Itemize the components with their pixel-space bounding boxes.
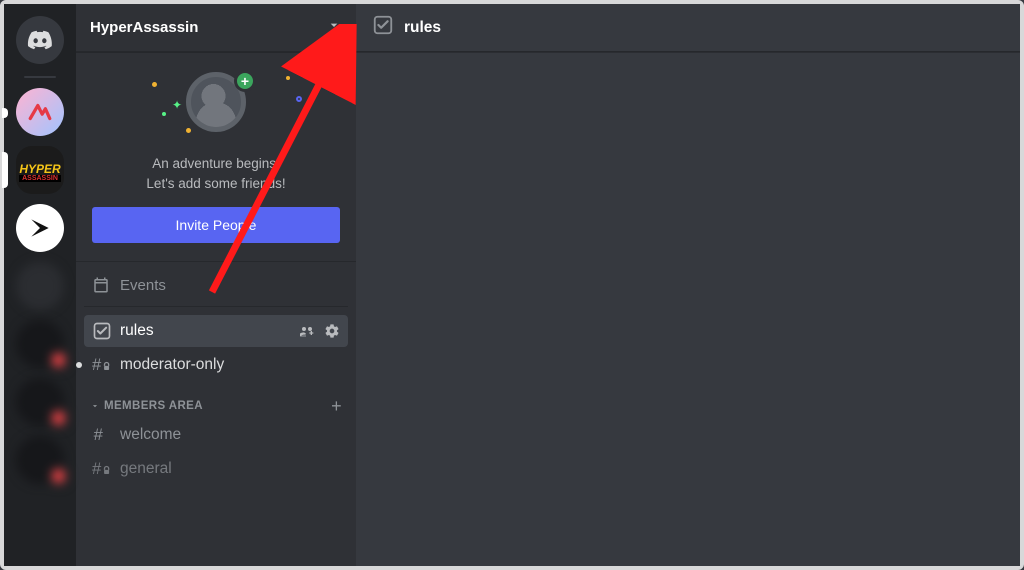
invite-blurb-line2: Let's add some friends! xyxy=(92,174,340,194)
events-label: Events xyxy=(120,277,166,294)
calendar-icon xyxy=(92,276,110,294)
server-item-hyperassassin[interactable]: HYPER ASSASSIN xyxy=(16,146,64,194)
svg-text:#: # xyxy=(94,425,104,444)
mention-badge xyxy=(49,466,68,486)
server-icon xyxy=(27,215,53,241)
events-button[interactable]: Events xyxy=(84,266,348,307)
gear-icon[interactable] xyxy=(324,323,340,339)
rules-channel-icon xyxy=(372,14,394,41)
invite-blurb-line1: An adventure begins. xyxy=(92,154,340,174)
mention-badge xyxy=(49,408,68,428)
server-item-blurred[interactable] xyxy=(16,378,64,426)
server-icon-text-top: HYPER xyxy=(19,163,60,175)
channel-general[interactable]: # general xyxy=(84,453,348,485)
mention-badge xyxy=(49,350,68,370)
chevron-down-icon xyxy=(326,17,342,38)
channel-sidebar: HyperAssassin × ✦ + An adventure begins.… xyxy=(76,4,356,566)
channel-welcome[interactable]: # welcome xyxy=(84,419,348,451)
svg-text:#: # xyxy=(92,355,102,374)
channel-label: moderator-only xyxy=(120,356,340,374)
plus-badge-icon: + xyxy=(234,70,256,92)
server-item-blurred[interactable] xyxy=(16,320,64,368)
server-name: HyperAssassin xyxy=(90,19,198,36)
unread-indicator xyxy=(76,362,82,368)
locked-hash-icon: # xyxy=(92,355,112,375)
channel-list: Events rules # moderator-only xyxy=(76,262,356,487)
server-item[interactable] xyxy=(16,88,64,136)
server-item-blurred[interactable] xyxy=(16,436,64,484)
invite-people-button[interactable]: Invite People xyxy=(92,207,340,243)
add-channel-button[interactable]: + xyxy=(331,397,342,415)
channel-header: rules xyxy=(356,4,1020,52)
channel-label: general xyxy=(120,460,340,478)
category-label: MEMBERS AREA xyxy=(104,400,203,412)
chevron-down-icon xyxy=(90,401,100,411)
locked-hash-icon: # xyxy=(92,459,112,479)
main-area: rules xyxy=(356,4,1020,566)
hash-icon: # xyxy=(92,425,112,445)
invite-illustration: ✦ + xyxy=(92,68,340,148)
invite-people-card: × ✦ + An adventure begins. Let's add som… xyxy=(76,52,356,262)
server-rail: HYPER ASSASSIN xyxy=(4,4,76,566)
svg-text:#: # xyxy=(92,459,102,478)
channel-label: rules xyxy=(120,322,292,340)
server-item[interactable] xyxy=(16,204,64,252)
discord-logo-icon xyxy=(27,27,53,53)
channel-rules[interactable]: rules xyxy=(84,315,348,347)
rules-channel-icon xyxy=(92,321,112,341)
dm-home-button[interactable] xyxy=(16,16,64,64)
create-invite-icon[interactable] xyxy=(300,323,316,339)
channel-label: welcome xyxy=(120,426,340,444)
channel-title: rules xyxy=(404,19,441,37)
server-separator xyxy=(24,76,56,78)
server-icon-text-bottom: ASSASSIN xyxy=(19,175,60,182)
channel-moderator-only[interactable]: # moderator-only xyxy=(84,349,348,381)
server-header-button[interactable]: HyperAssassin xyxy=(76,4,356,52)
category-members-area[interactable]: MEMBERS AREA + xyxy=(84,383,348,419)
server-icon xyxy=(27,99,53,125)
server-item-blurred[interactable] xyxy=(16,262,64,310)
